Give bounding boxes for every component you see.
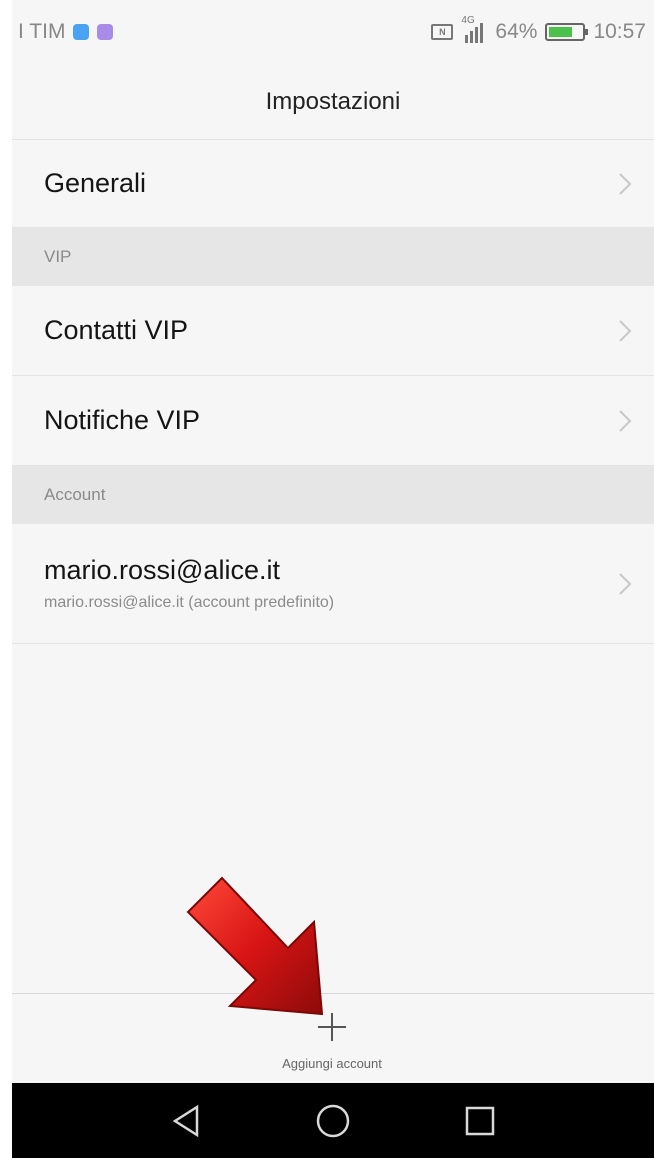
status-right: N 4G 64% 10:57 — [431, 15, 646, 44]
battery-icon — [545, 23, 589, 41]
clock: 10:57 — [593, 20, 646, 43]
status-left: I TIM — [18, 20, 114, 44]
recents-button[interactable] — [460, 1101, 500, 1141]
battery-percent: 64% — [495, 20, 538, 43]
plus-icon — [318, 1013, 346, 1041]
chevron-right-icon — [619, 572, 632, 595]
settings-item-vip-notifications[interactable]: Notifiche VIP — [12, 376, 654, 466]
account-text: mario.rossi@alice.it mario.rossi@alice.i… — [44, 555, 618, 612]
add-account-button[interactable]: Aggiungi account — [262, 1002, 402, 1078]
section-header-vip-label: VIP — [44, 247, 72, 266]
account-item[interactable]: mario.rossi@alice.it mario.rossi@alice.i… — [12, 524, 654, 644]
chevron-right-icon — [619, 409, 632, 432]
recents-icon — [466, 1106, 495, 1135]
settings-item-general[interactable]: Generali — [12, 140, 654, 228]
title-bar: Impostazioni — [12, 64, 654, 140]
settings-item-vip-notifications-label: Notifiche VIP — [44, 405, 201, 435]
back-icon — [172, 1104, 198, 1137]
account-subtitle: mario.rossi@alice.it (account predefinit… — [44, 594, 335, 611]
settings-item-general-label: Generali — [44, 168, 147, 198]
chevron-right-icon — [619, 172, 632, 195]
settings-item-vip-contacts-label: Contatti VIP — [44, 315, 189, 345]
bluetooth-app-icon — [73, 24, 90, 40]
add-account-label: Aggiungi account — [282, 1056, 382, 1071]
nfc-icon: N — [431, 24, 454, 40]
carrier-label: I TIM — [18, 20, 66, 43]
status-bar: I TIM N 4G 64% 10:57 — [12, 0, 654, 64]
back-button[interactable] — [166, 1101, 206, 1141]
section-header-account: Account — [12, 466, 654, 524]
section-header-vip: VIP — [12, 228, 654, 286]
page-title: Impostazioni — [265, 87, 401, 115]
battery-fill — [549, 27, 573, 37]
network-type: 4G — [461, 15, 475, 26]
settings-item-vip-contacts[interactable]: Contatti VIP — [12, 286, 654, 376]
home-button[interactable] — [313, 1101, 353, 1141]
account-name: mario.rossi@alice.it — [44, 555, 280, 585]
section-header-account-label: Account — [44, 485, 106, 504]
screen: I TIM N 4G 64% 10:57 Impostazioni Genera… — [12, 0, 654, 1158]
home-icon — [316, 1104, 350, 1137]
bottom-action-bar: Aggiungi account — [12, 993, 654, 1083]
navigation-bar — [12, 1083, 654, 1158]
signal-icon: 4G — [461, 15, 487, 43]
chevron-right-icon — [619, 319, 632, 342]
viber-app-icon — [97, 24, 114, 40]
